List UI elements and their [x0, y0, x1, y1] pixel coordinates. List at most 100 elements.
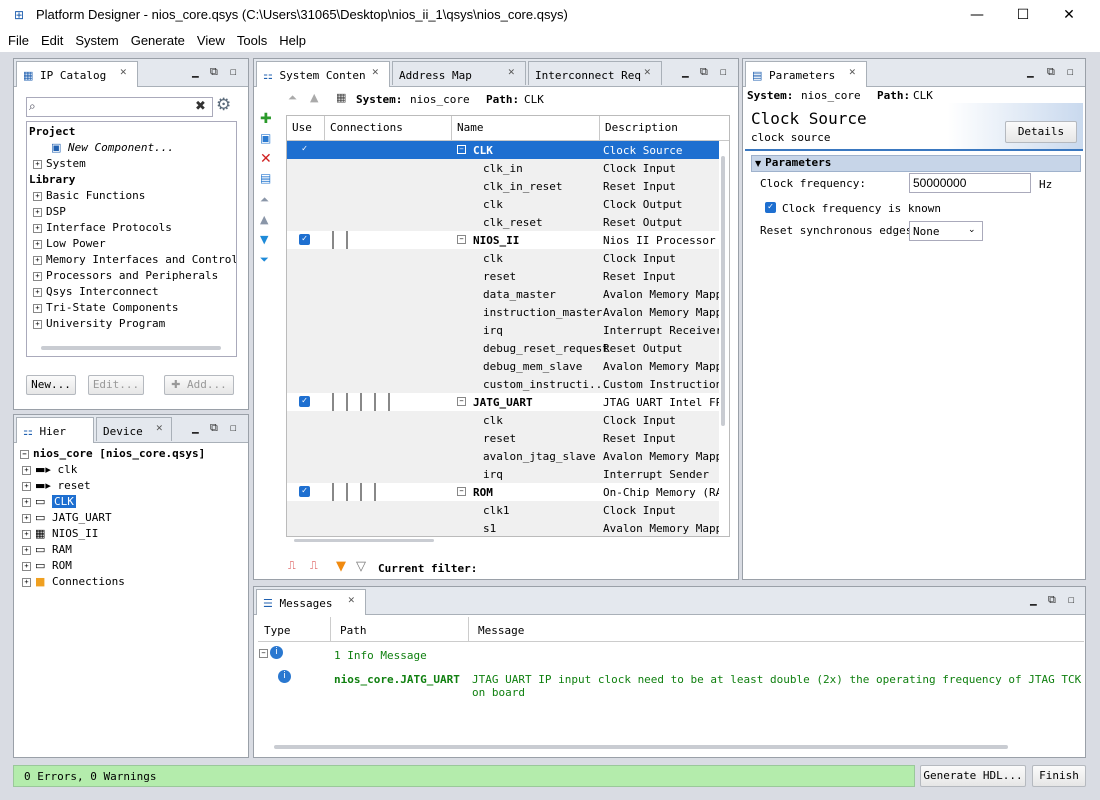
clear-filter-icon[interactable]: ▽: [356, 559, 366, 574]
close-tab-icon[interactable]: ✕: [372, 65, 379, 78]
interface-row[interactable]: irq Interrupt Receiver: [287, 321, 719, 339]
new-component-item[interactable]: ▣ New Component...: [29, 140, 236, 156]
menu-file[interactable]: File: [0, 30, 33, 48]
interface-row[interactable]: reset Reset Input: [287, 429, 719, 447]
close-tab-icon[interactable]: ✕: [120, 65, 127, 78]
interface-row[interactable]: clk Clock Input: [287, 411, 719, 429]
interface-row[interactable]: avalon_jtag_slave Avalon Memory Mappe: [287, 447, 719, 465]
menu-view[interactable]: View: [189, 30, 229, 48]
clock-known-checkbox[interactable]: ✓: [765, 202, 776, 213]
close-tab-icon[interactable]: ✕: [348, 593, 355, 606]
expand-icon[interactable]: +: [33, 319, 42, 329]
interface-row[interactable]: clk_in_reset Reset Input: [287, 177, 719, 195]
expand-icon[interactable]: +: [22, 465, 31, 475]
collapse-icon[interactable]: ▼: [755, 157, 761, 171]
details-button[interactable]: Details: [1005, 121, 1077, 143]
move-top-disabled-icon[interactable]: ⏶: [288, 91, 297, 105]
tree-item-nios-ii[interactable]: + ▦ NIOS_II: [20, 526, 245, 542]
float-panel-icon[interactable]: ⧉: [1048, 593, 1056, 607]
move-down-icon[interactable]: ▼: [260, 233, 268, 253]
use-checkbox[interactable]: ✓: [299, 396, 310, 407]
expand-icon[interactable]: +: [22, 561, 31, 571]
col-name[interactable]: Name: [452, 116, 600, 140]
tree-item-system[interactable]: + System: [29, 156, 236, 172]
expand-icon[interactable]: +: [33, 271, 42, 281]
remove-icon[interactable]: ✕: [260, 151, 272, 171]
menu-generate[interactable]: Generate: [123, 30, 189, 48]
maximize-panel-icon[interactable]: ☐: [1068, 593, 1075, 606]
new-button[interactable]: New...: [26, 375, 76, 395]
horizontal-scrollbar[interactable]: [274, 745, 1008, 749]
move-bottom-icon[interactable]: ⏷: [260, 253, 269, 273]
clock-frequency-input[interactable]: [909, 173, 1031, 193]
maximize-panel-icon[interactable]: ☐: [1067, 65, 1074, 78]
menu-system[interactable]: System: [67, 30, 122, 48]
add-button[interactable]: ✚ Add...: [164, 375, 234, 395]
module-row[interactable]: ✓ NIOS_II − Nios II Processor: [287, 231, 719, 249]
use-checkbox[interactable]: ✓: [299, 144, 310, 155]
close-button[interactable]: ✕: [1046, 0, 1092, 30]
parameters-section[interactable]: ▼ Parameters: [751, 155, 1081, 172]
tree-item-library[interactable]: + Interface Protocols: [29, 220, 236, 236]
interface-row[interactable]: debug_reset_request Reset Output: [287, 339, 719, 357]
col-path[interactable]: Path: [340, 624, 367, 637]
interface-row[interactable]: irq Interrupt Sender: [287, 465, 719, 483]
expand-icon[interactable]: +: [22, 545, 31, 555]
float-panel-icon[interactable]: ⧉: [210, 65, 218, 79]
message-row[interactable]: i nios_core.JATG_UART JTAG UART IP input…: [258, 667, 1084, 699]
float-panel-icon[interactable]: ⧉: [1047, 65, 1055, 79]
clock-filter-icon[interactable]: ⎍: [288, 559, 296, 573]
collapse-icon[interactable]: −: [457, 145, 466, 154]
expand-icon[interactable]: +: [22, 529, 31, 539]
maximize-panel-icon[interactable]: ☐: [230, 65, 237, 78]
tree-item-rom[interactable]: + ▭ ROM: [20, 558, 245, 574]
use-checkbox[interactable]: ✓: [299, 234, 310, 245]
use-checkbox[interactable]: ✓: [299, 486, 310, 497]
vertical-scrollbar[interactable]: [721, 156, 725, 426]
collapse-icon[interactable]: −: [457, 235, 466, 244]
tab-address-map[interactable]: Address Map: [392, 61, 526, 85]
tree-item-connections[interactable]: + ■ Connections: [20, 574, 245, 590]
col-connections[interactable]: Connections: [325, 116, 452, 140]
close-tab-icon[interactable]: ✕: [156, 421, 163, 434]
menu-help[interactable]: Help: [271, 30, 310, 48]
tree-item-library[interactable]: + Low Power: [29, 236, 236, 252]
expand-icon[interactable]: +: [33, 287, 42, 297]
module-row[interactable]: ✓ CLK − Clock Source: [287, 141, 719, 159]
move-up-icon[interactable]: ▲: [260, 213, 268, 233]
interface-row[interactable]: instruction_master Avalon Memory Mappe: [287, 303, 719, 321]
col-use[interactable]: Use: [287, 116, 325, 140]
col-description[interactable]: Description: [600, 116, 720, 140]
maximize-panel-icon[interactable]: ☐: [720, 65, 727, 78]
interface-row[interactable]: clk_in Clock Input: [287, 159, 719, 177]
collapse-icon[interactable]: −: [259, 649, 268, 658]
tree-item-library[interactable]: + Qsys Interconnect: [29, 284, 236, 300]
close-tab-icon[interactable]: ✕: [508, 65, 515, 78]
expand-icon[interactable]: +: [33, 255, 42, 265]
edit-button[interactable]: Edit...: [88, 375, 144, 395]
message-summary-row[interactable]: − i 1 Info Message: [258, 643, 1084, 665]
minimize-panel-icon[interactable]: ▁: [1027, 65, 1034, 78]
generate-hdl-button[interactable]: Generate HDL...: [920, 765, 1026, 787]
interface-row[interactable]: clk_reset Reset Output: [287, 213, 719, 231]
tree-item-ram[interactable]: + ▭ RAM: [20, 542, 245, 558]
collapse-icon[interactable]: −: [20, 449, 29, 459]
col-type[interactable]: Type: [264, 624, 291, 637]
tree-item-library[interactable]: +Memory Interfaces and Controllers: [29, 252, 236, 268]
close-tab-icon[interactable]: ✕: [644, 65, 651, 78]
expand-icon[interactable]: +: [22, 513, 31, 523]
tree-item-library[interactable]: + University Program: [29, 316, 236, 332]
collapse-icon[interactable]: −: [457, 397, 466, 406]
tree-item-library[interactable]: + DSP: [29, 204, 236, 220]
collapse-icon[interactable]: −: [457, 487, 466, 496]
expand-icon[interactable]: +: [22, 497, 31, 507]
module-row[interactable]: ✓ ROM − On-Chip Memory (RAM: [287, 483, 719, 501]
add-component-icon[interactable]: ✚: [260, 111, 272, 131]
tree-item-clk[interactable]: + ▬▸ clk: [20, 462, 245, 478]
move-top-icon[interactable]: ⏶: [260, 193, 269, 213]
ip-search-input[interactable]: ⌕ ✖: [26, 97, 213, 117]
minimize-panel-icon[interactable]: ▁: [192, 65, 199, 78]
float-panel-icon[interactable]: ⧉: [210, 421, 218, 435]
tree-item-library[interactable]: + Tri-State Components: [29, 300, 236, 316]
interface-row[interactable]: clk1 Clock Input: [287, 501, 719, 519]
